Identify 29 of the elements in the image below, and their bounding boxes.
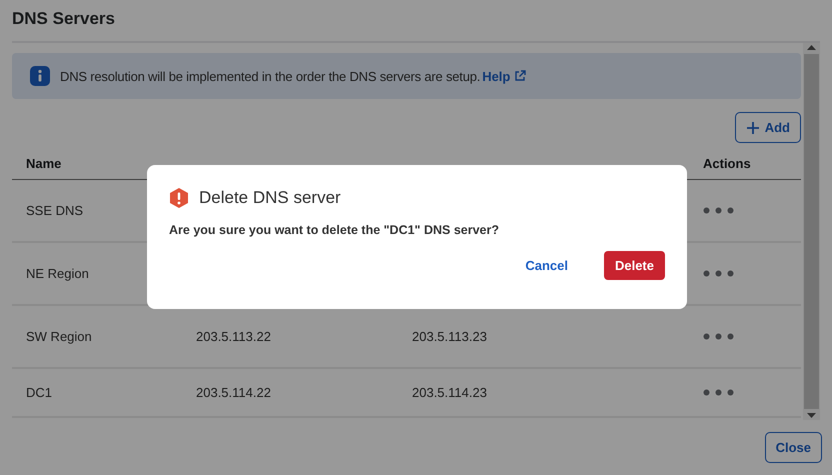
info-icon: [30, 66, 50, 86]
ip-cell: 203.5.114.23: [412, 385, 487, 400]
help-link[interactable]: Help: [482, 68, 526, 84]
ip-cell: 203.5.113.23: [412, 329, 487, 344]
ip-cell: 203.5.113.22: [196, 329, 271, 344]
more-icon[interactable]: [703, 207, 734, 214]
name-cell: NE Region: [26, 266, 89, 281]
name-cell: DC1: [26, 385, 52, 400]
name-cell: SW Region: [26, 329, 92, 344]
cancel-button[interactable]: Cancel: [519, 257, 574, 274]
column-header: Actions: [689, 147, 801, 180]
scroll-up-icon[interactable]: [807, 45, 816, 50]
external-link-icon: [514, 70, 526, 82]
ip-cell: 203.5.114.22: [196, 385, 271, 400]
scroll-down-icon[interactable]: [807, 413, 816, 418]
more-icon[interactable]: [703, 389, 734, 396]
add-button[interactable]: Add: [734, 112, 801, 143]
more-icon[interactable]: [703, 270, 734, 277]
info-text: DNS resolution will be implemented in the order the DNS servers are setup.: [60, 68, 480, 84]
plus-icon: [746, 120, 760, 134]
scrollbar[interactable]: [803, 43, 820, 420]
warning-icon: [169, 187, 189, 209]
close-button[interactable]: Close: [764, 432, 822, 463]
more-icon[interactable]: [703, 333, 734, 340]
dialog-title: DNS Servers: [12, 0, 820, 43]
dialog-heading: Delete DNS server: [199, 188, 341, 208]
delete-button[interactable]: Delete: [604, 251, 665, 280]
confirm-message: Are you sure you want to delete the "DC1" DNS server?: [169, 223, 500, 237]
name-cell: SSE DNS: [26, 203, 84, 218]
